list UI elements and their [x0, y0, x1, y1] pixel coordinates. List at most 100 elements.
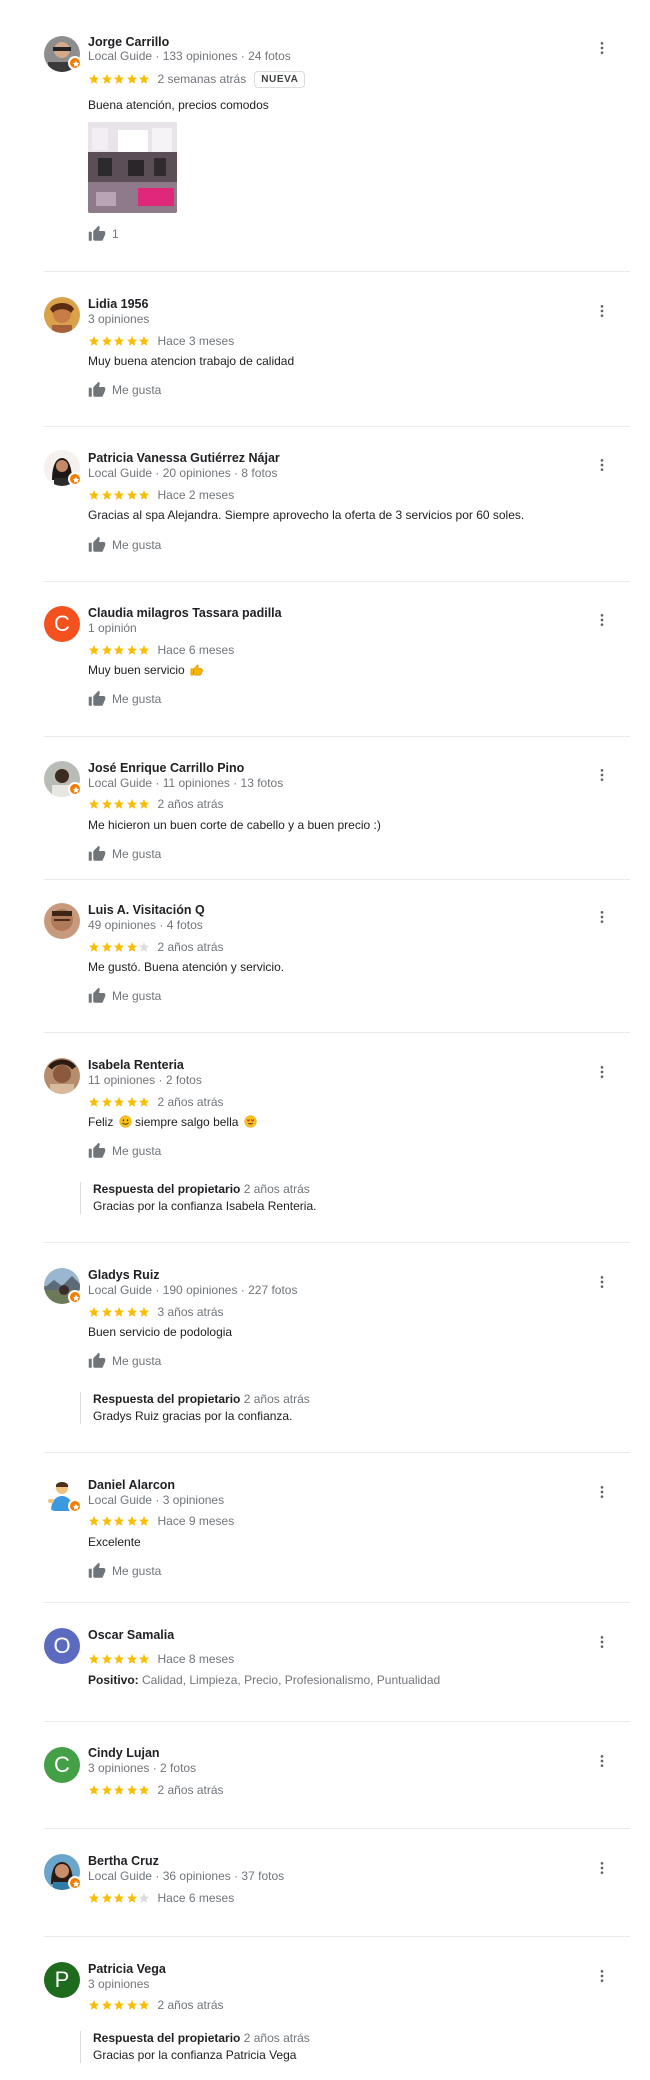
more-options-icon[interactable] — [594, 40, 610, 56]
avatar[interactable]: P — [44, 1962, 80, 1998]
reviewer-name[interactable]: Patricia Vanessa Gutiérrez Nájar — [88, 451, 280, 465]
star-icon — [126, 1306, 138, 1318]
review-date: Hace 3 meses — [157, 334, 235, 348]
rating-row: Hace 8 meses — [88, 1652, 234, 1666]
owner-response-date: 2 años atrás — [243, 1392, 310, 1406]
star-icon — [88, 1306, 100, 1318]
reviewer-name[interactable]: José Enrique Carrillo Pino — [88, 761, 244, 775]
reviewer-name[interactable]: Oscar Samalia — [88, 1628, 174, 1642]
avatar[interactable]: O — [44, 1628, 80, 1664]
review-date: 2 años atrás — [157, 797, 224, 811]
star-icon — [88, 644, 100, 656]
reviewer-name[interactable]: Lidia 1956 — [88, 297, 148, 311]
more-options-icon[interactable] — [594, 1634, 610, 1650]
like-button[interactable]: Me gusta — [88, 987, 161, 1005]
owner-response-text: Gracias por la confianza Isabela Renteri… — [93, 1199, 317, 1213]
like-button[interactable]: Me gusta — [88, 845, 161, 863]
more-options-icon[interactable] — [594, 767, 610, 783]
thumbs-up-icon — [88, 690, 106, 708]
reviewer-name[interactable]: Luis A. Visitación Q — [88, 903, 205, 917]
star-icon — [138, 73, 150, 85]
like-button[interactable]: Me gusta — [88, 1352, 161, 1370]
rating-row: 2 años atrás — [88, 1998, 224, 2012]
star-icon — [88, 1096, 100, 1108]
like-button[interactable]: Me gusta — [88, 1142, 161, 1160]
owner-response-text: Gradys Ruiz gracias por la confianza. — [93, 1409, 293, 1423]
smiling-face-emoji-icon — [119, 1115, 132, 1128]
star-icon — [126, 73, 138, 85]
more-options-icon[interactable] — [594, 1064, 610, 1080]
reviewer-name[interactable]: Isabela Renteria — [88, 1058, 184, 1072]
rating-row: 2 años atrás — [88, 1783, 224, 1797]
local-guide-icon — [68, 1499, 82, 1513]
star-icon — [138, 798, 150, 810]
star-icon — [101, 73, 113, 85]
divider — [44, 1828, 630, 1829]
owner-response-date: 2 años atrás — [243, 2031, 310, 2045]
rating-row: 2 años atrás — [88, 940, 224, 954]
star-icon — [88, 1999, 100, 2011]
more-options-icon[interactable] — [594, 1753, 610, 1769]
star-rating — [88, 941, 151, 953]
reviewer-meta: Local Guide · 36 opiniones · 37 fotos — [88, 1869, 285, 1883]
more-options-icon[interactable] — [594, 1274, 610, 1290]
star-icon — [88, 941, 100, 953]
more-options-icon[interactable] — [594, 1968, 610, 1984]
reviewer-name[interactable]: Jorge Carrillo — [88, 35, 169, 49]
more-options-icon[interactable] — [594, 909, 610, 925]
more-options-icon[interactable] — [594, 303, 610, 319]
like-label: Me gusta — [112, 989, 162, 1003]
star-icon — [101, 1096, 113, 1108]
star-icon — [88, 1784, 100, 1796]
thumbs-up-icon — [88, 225, 106, 243]
star-icon — [113, 1892, 125, 1904]
review-text: Feliz siempre salgo bella — [88, 1115, 257, 1129]
like-button[interactable]: 1 — [88, 225, 119, 243]
avatar[interactable]: C — [44, 606, 80, 642]
more-options-icon[interactable] — [594, 457, 610, 473]
like-button[interactable]: Me gusta — [88, 381, 161, 399]
like-button[interactable]: Me gusta — [88, 1562, 161, 1580]
star-rating — [88, 798, 151, 810]
more-options-icon[interactable] — [594, 612, 610, 628]
star-icon — [113, 1096, 125, 1108]
reviewer-name[interactable]: Patricia Vega — [88, 1962, 166, 1976]
star-icon — [138, 941, 150, 953]
rating-row: 3 años atrás — [88, 1305, 224, 1319]
review-text: Buen servicio de podologia — [88, 1325, 233, 1339]
reviewer-meta: 49 opiniones · 4 fotos — [88, 918, 203, 932]
thumbs-up-emoji-icon — [190, 664, 204, 676]
local-guide-icon — [68, 472, 82, 486]
more-options-icon[interactable] — [594, 1860, 610, 1876]
star-icon — [113, 1306, 125, 1318]
review-date: 2 años atrás — [157, 1783, 224, 1797]
avatar[interactable] — [44, 297, 80, 333]
avatar[interactable] — [44, 903, 80, 939]
reviewer-name[interactable]: Cindy Lujan — [88, 1746, 160, 1760]
local-guide-icon — [68, 1876, 82, 1890]
reviewer-name[interactable]: Gladys Ruiz — [88, 1268, 160, 1282]
star-icon — [138, 335, 150, 347]
like-label: Me gusta — [112, 1354, 162, 1368]
review-date: 2 semanas atrás — [157, 72, 247, 86]
reviewer-name[interactable]: Daniel Alarcon — [88, 1478, 175, 1492]
star-icon — [138, 1999, 150, 2011]
star-icon — [126, 1096, 138, 1108]
review-photo[interactable] — [88, 122, 177, 213]
reviewer-name[interactable]: Bertha Cruz — [88, 1854, 159, 1868]
avatar[interactable] — [44, 1058, 80, 1094]
reviewer-meta: 11 opiniones · 2 fotos — [88, 1073, 202, 1087]
reviewer-name[interactable]: Claudia milagros Tassara padilla — [88, 606, 282, 620]
more-options-icon[interactable] — [594, 1484, 610, 1500]
like-label: Me gusta — [112, 847, 162, 861]
star-icon — [138, 1784, 150, 1796]
like-button[interactable]: Me gusta — [88, 690, 161, 708]
avatar[interactable]: C — [44, 1747, 80, 1783]
star-icon — [138, 1096, 150, 1108]
star-icon — [101, 1784, 113, 1796]
star-icon — [101, 489, 113, 501]
star-icon — [113, 798, 125, 810]
star-rating — [88, 1653, 151, 1665]
like-button[interactable]: Me gusta — [88, 536, 161, 554]
owner-response-label: Respuesta del propietario — [93, 2031, 241, 2045]
